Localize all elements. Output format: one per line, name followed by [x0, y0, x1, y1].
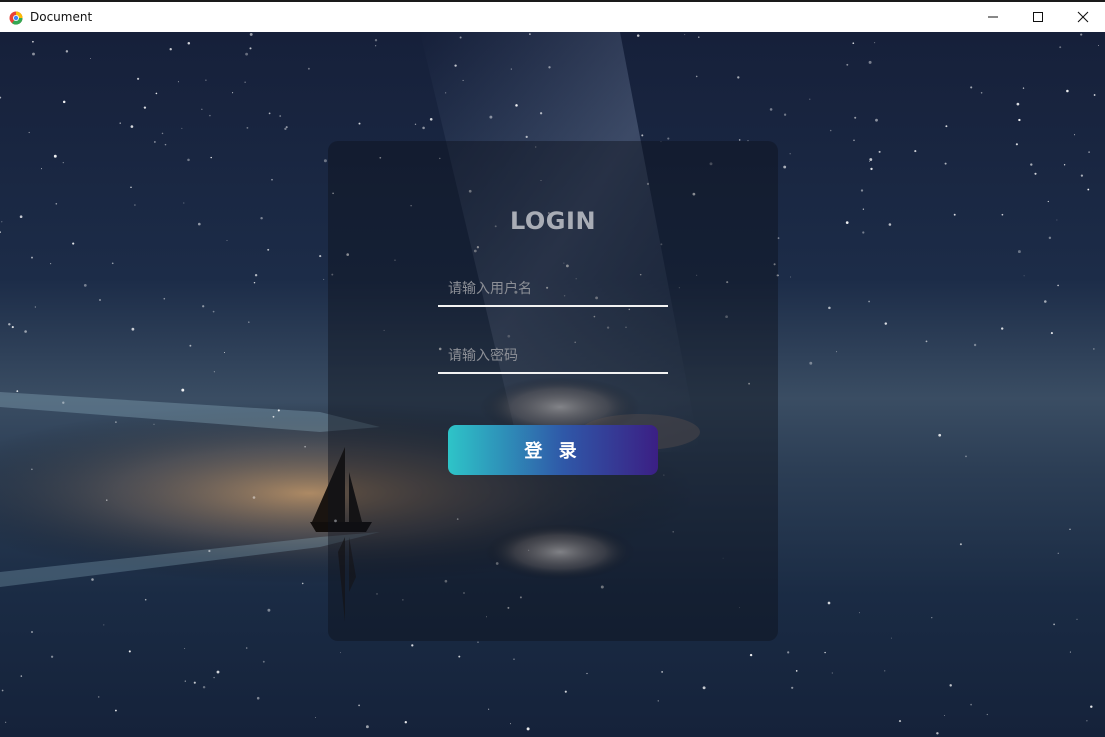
minimize-icon — [987, 16, 998, 18]
username-input[interactable] — [438, 273, 668, 307]
close-button[interactable] — [1060, 2, 1105, 32]
window-controls — [970, 2, 1105, 32]
app-window: Document LOGIN 请输入用户名 登 录 — [0, 0, 1105, 737]
close-icon — [1077, 11, 1088, 23]
maximize-button[interactable] — [1015, 2, 1060, 32]
maximize-icon — [1032, 12, 1043, 22]
minimize-button[interactable] — [970, 2, 1015, 32]
login-button[interactable]: 登 录 — [448, 425, 658, 475]
title-bar: Document — [0, 0, 1105, 32]
login-card: LOGIN 登 录 — [328, 141, 778, 641]
window-title: Document — [30, 10, 93, 24]
browser-app-icon — [9, 10, 23, 25]
password-input[interactable] — [438, 340, 668, 374]
login-title: LOGIN — [509, 207, 597, 235]
